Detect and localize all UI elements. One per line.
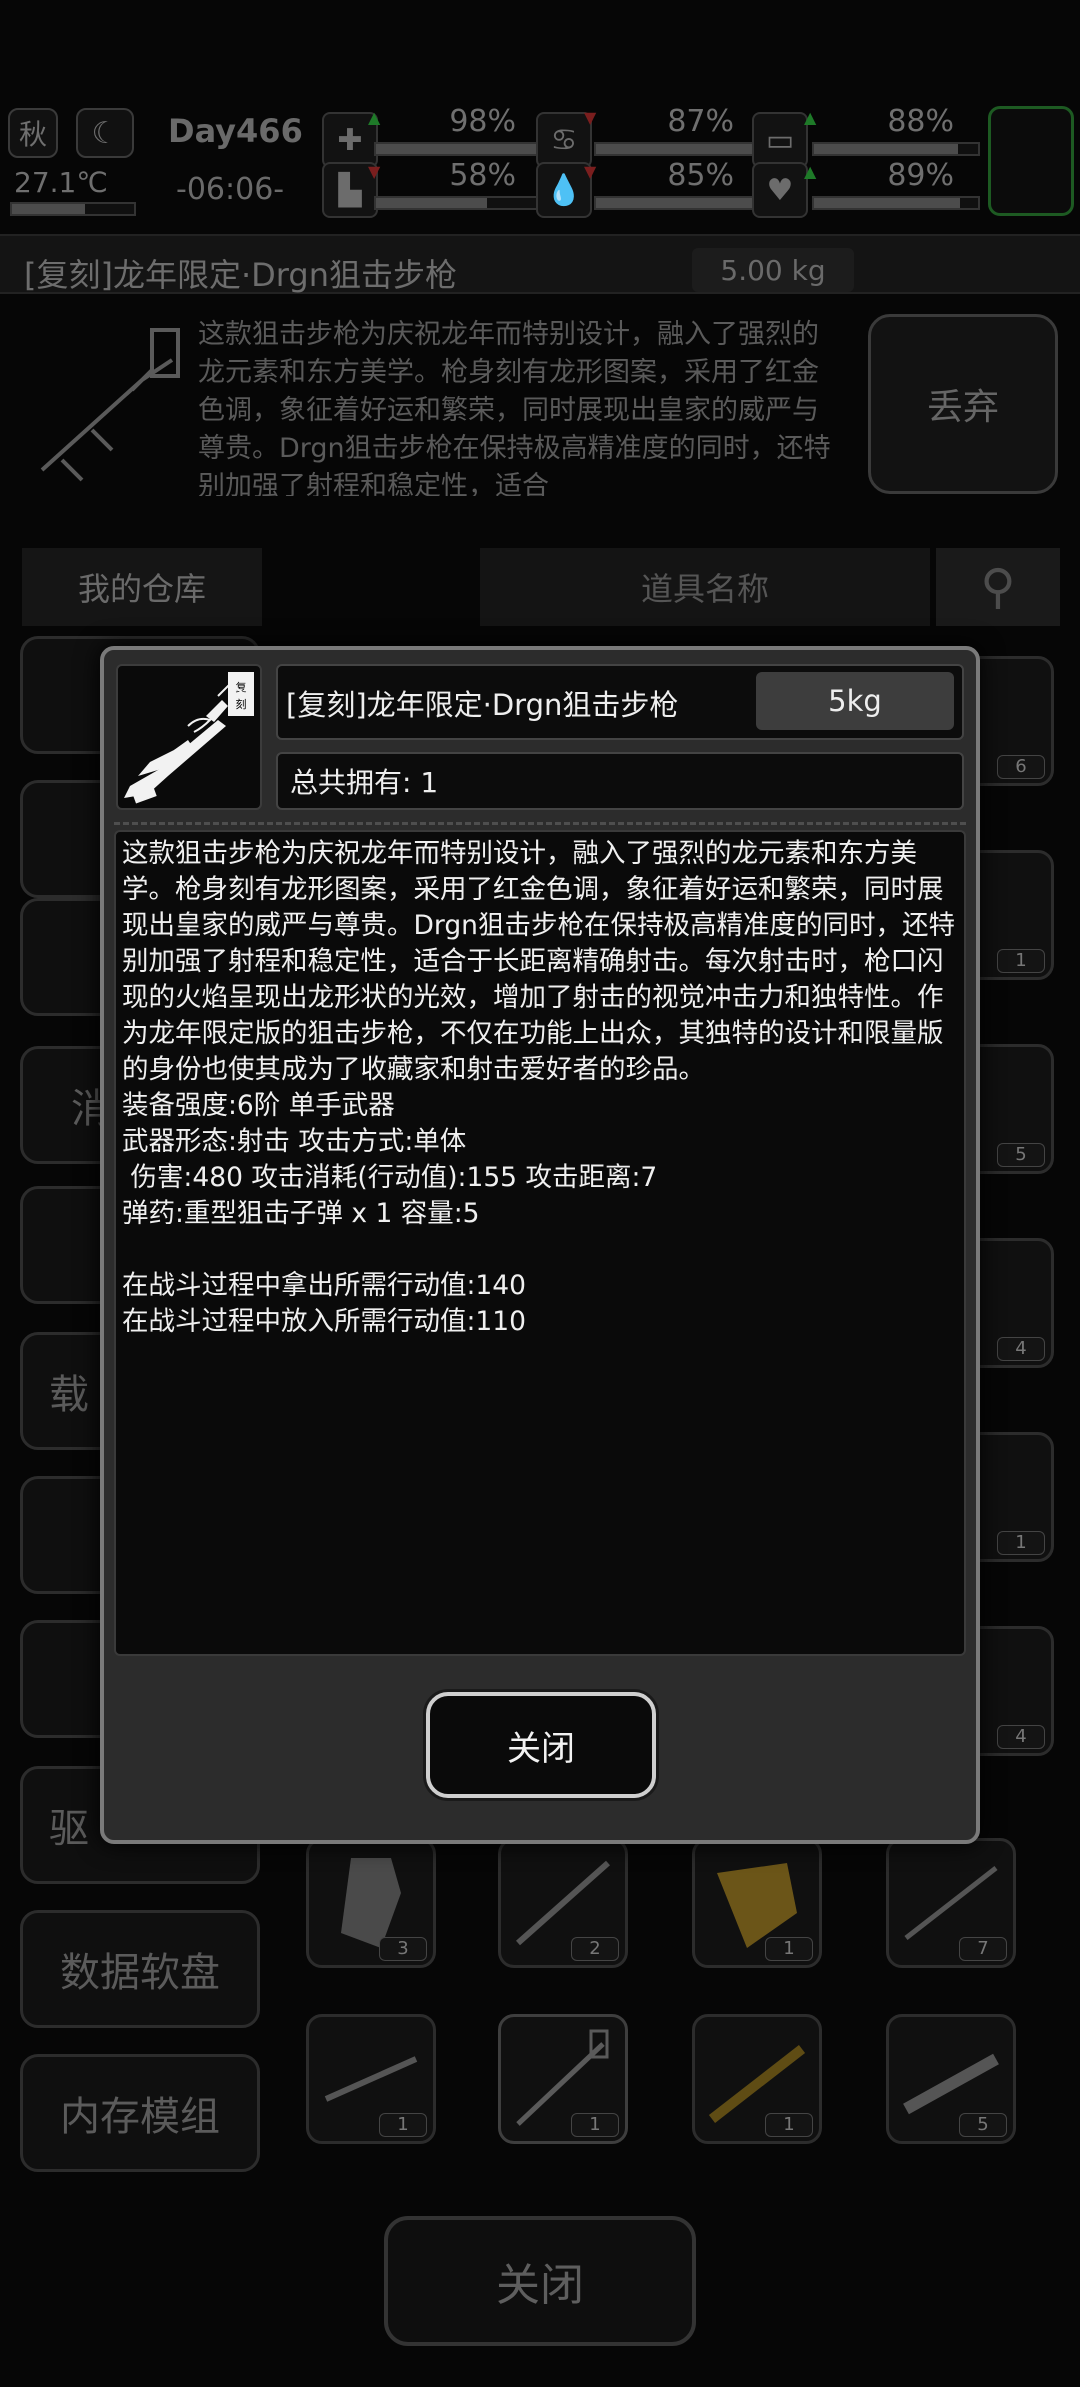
close-label: 关闭	[496, 2260, 584, 2311]
season-label: 秋	[18, 118, 47, 151]
heart-icon: ♥	[752, 162, 808, 218]
slot-count: 3	[379, 1937, 427, 1961]
inventory-slot-gold-gun[interactable]: 1	[692, 1838, 822, 1968]
inventory-slot-sniper[interactable]: 7	[886, 1838, 1016, 1968]
slot-count: 5	[959, 2113, 1007, 2137]
dialog-close-button[interactable]: 关闭	[426, 1692, 656, 1798]
discard-label: 丢弃	[926, 387, 999, 428]
category-button-data-disks[interactable]: 数据软盘	[20, 1910, 260, 2028]
temperature-bar	[10, 202, 136, 216]
total-owned: 总共拥有: 1	[276, 752, 964, 810]
damage-stats: 伤害:480 攻击消耗(行动值):155 攻击距离:7	[122, 1162, 658, 1193]
slot-count: 1	[997, 1531, 1045, 1555]
slot-count: 1	[765, 2113, 813, 2137]
tab-my-warehouse[interactable]: 我的仓库	[22, 548, 262, 626]
slot-count: 1	[379, 2113, 427, 2137]
inventory-slot-rifle[interactable]: 2	[498, 1838, 628, 1968]
stamina-value: 58%	[449, 158, 516, 193]
item-description: 这款狙击步枪为庆祝龙年而特别设计，融入了强烈的龙元素和东方美学。枪身刻有龙形图案…	[198, 319, 831, 496]
sniper-rifle-icon	[22, 320, 192, 500]
close-label: 关闭	[507, 1728, 575, 1769]
tab-label: 我的仓库	[77, 570, 206, 608]
search-placeholder: 道具名称	[640, 570, 769, 608]
description-text: 这款狙击步枪为庆祝龙年而特别设计，融入了强烈的龙元素和东方美学。枪身刻有龙形图案…	[122, 838, 955, 1085]
inventory-slot-riot-shield[interactable]: 3	[306, 1838, 436, 1968]
search-input[interactable]: 道具名称	[480, 548, 930, 626]
health-value: 98%	[449, 104, 516, 139]
inventory-slot-gold-shotgun[interactable]: 1	[692, 2014, 822, 2144]
water-value: 85%	[667, 158, 734, 193]
slot-count: 1	[765, 1937, 813, 1961]
discard-button[interactable]: 丢弃	[868, 314, 1058, 494]
ammo-info: 弹药:重型狙击子弹 x 1 容量:5	[122, 1198, 480, 1229]
dialog-item-name: [复刻]龙年限定·Drgn狙击步枪	[286, 688, 679, 722]
equip-strength: 装备强度:6阶 单手武器	[122, 1090, 395, 1121]
item-image: 复 刻	[116, 664, 262, 810]
slot-count: 5	[997, 1143, 1045, 1167]
search-icon[interactable]: ⚲	[936, 548, 1060, 626]
panel-close-button[interactable]: 关闭	[384, 2216, 696, 2346]
category-label: 载	[49, 1372, 89, 1418]
day-counter: Day466	[168, 112, 303, 150]
svg-text:刻: 刻	[236, 697, 247, 711]
dialog-description: 这款狙击步枪为庆祝龙年而特别设计，融入了强烈的龙元素和东方美学。枪身刻有龙形图案…	[114, 830, 966, 1656]
stow-cost: 在战斗过程中放入所需行动值:110	[122, 1306, 527, 1337]
energy-bar	[812, 142, 980, 156]
item-name: [复刻]龙年限定·Drgn狙击步枪	[24, 256, 457, 294]
food-value: 87%	[667, 104, 734, 139]
divider	[114, 822, 966, 825]
status-slot-button[interactable]	[988, 106, 1074, 216]
energy-value: 88%	[887, 104, 954, 139]
category-button-memory-modules[interactable]: 内存模组	[20, 2054, 260, 2172]
dialog-item-weight: 5kg	[756, 672, 954, 730]
inventory-slot-rifle[interactable]: 1	[306, 2014, 436, 2144]
sniper-rifle-icon: 复 刻	[124, 672, 254, 804]
weapon-form: 武器形态:射击 攻击方式:单体	[122, 1126, 467, 1157]
mood-bar	[812, 196, 980, 210]
game-clock: -06:06-	[176, 172, 285, 207]
slot-count: 6	[997, 755, 1045, 779]
slot-count: 4	[997, 1337, 1045, 1361]
slot-count: 7	[959, 1937, 1007, 1961]
draw-cost: 在战斗过程中拿出所需行动值:140	[122, 1270, 527, 1301]
inventory-slot-dragon-sniper[interactable]: 1	[498, 2014, 628, 2144]
mood-value: 89%	[887, 158, 954, 193]
season-indicator: 秋	[8, 108, 58, 158]
moon-icon: ☾	[76, 108, 134, 158]
category-label: 数据软盘	[60, 1950, 220, 1996]
slot-count: 4	[997, 1725, 1045, 1749]
inventory-slot-minigun[interactable]: 5	[886, 2014, 1016, 2144]
category-label: 驱	[49, 1806, 89, 1852]
category-label: 内存模组	[60, 2094, 220, 2140]
slot-count: 2	[571, 1937, 619, 1961]
slot-count: 1	[997, 949, 1045, 973]
slot-count: 1	[571, 2113, 619, 2137]
temperature-label: 27.1℃	[14, 166, 108, 199]
battery-icon: ▭	[752, 112, 808, 168]
item-weight: 5.00 kg	[692, 248, 854, 292]
